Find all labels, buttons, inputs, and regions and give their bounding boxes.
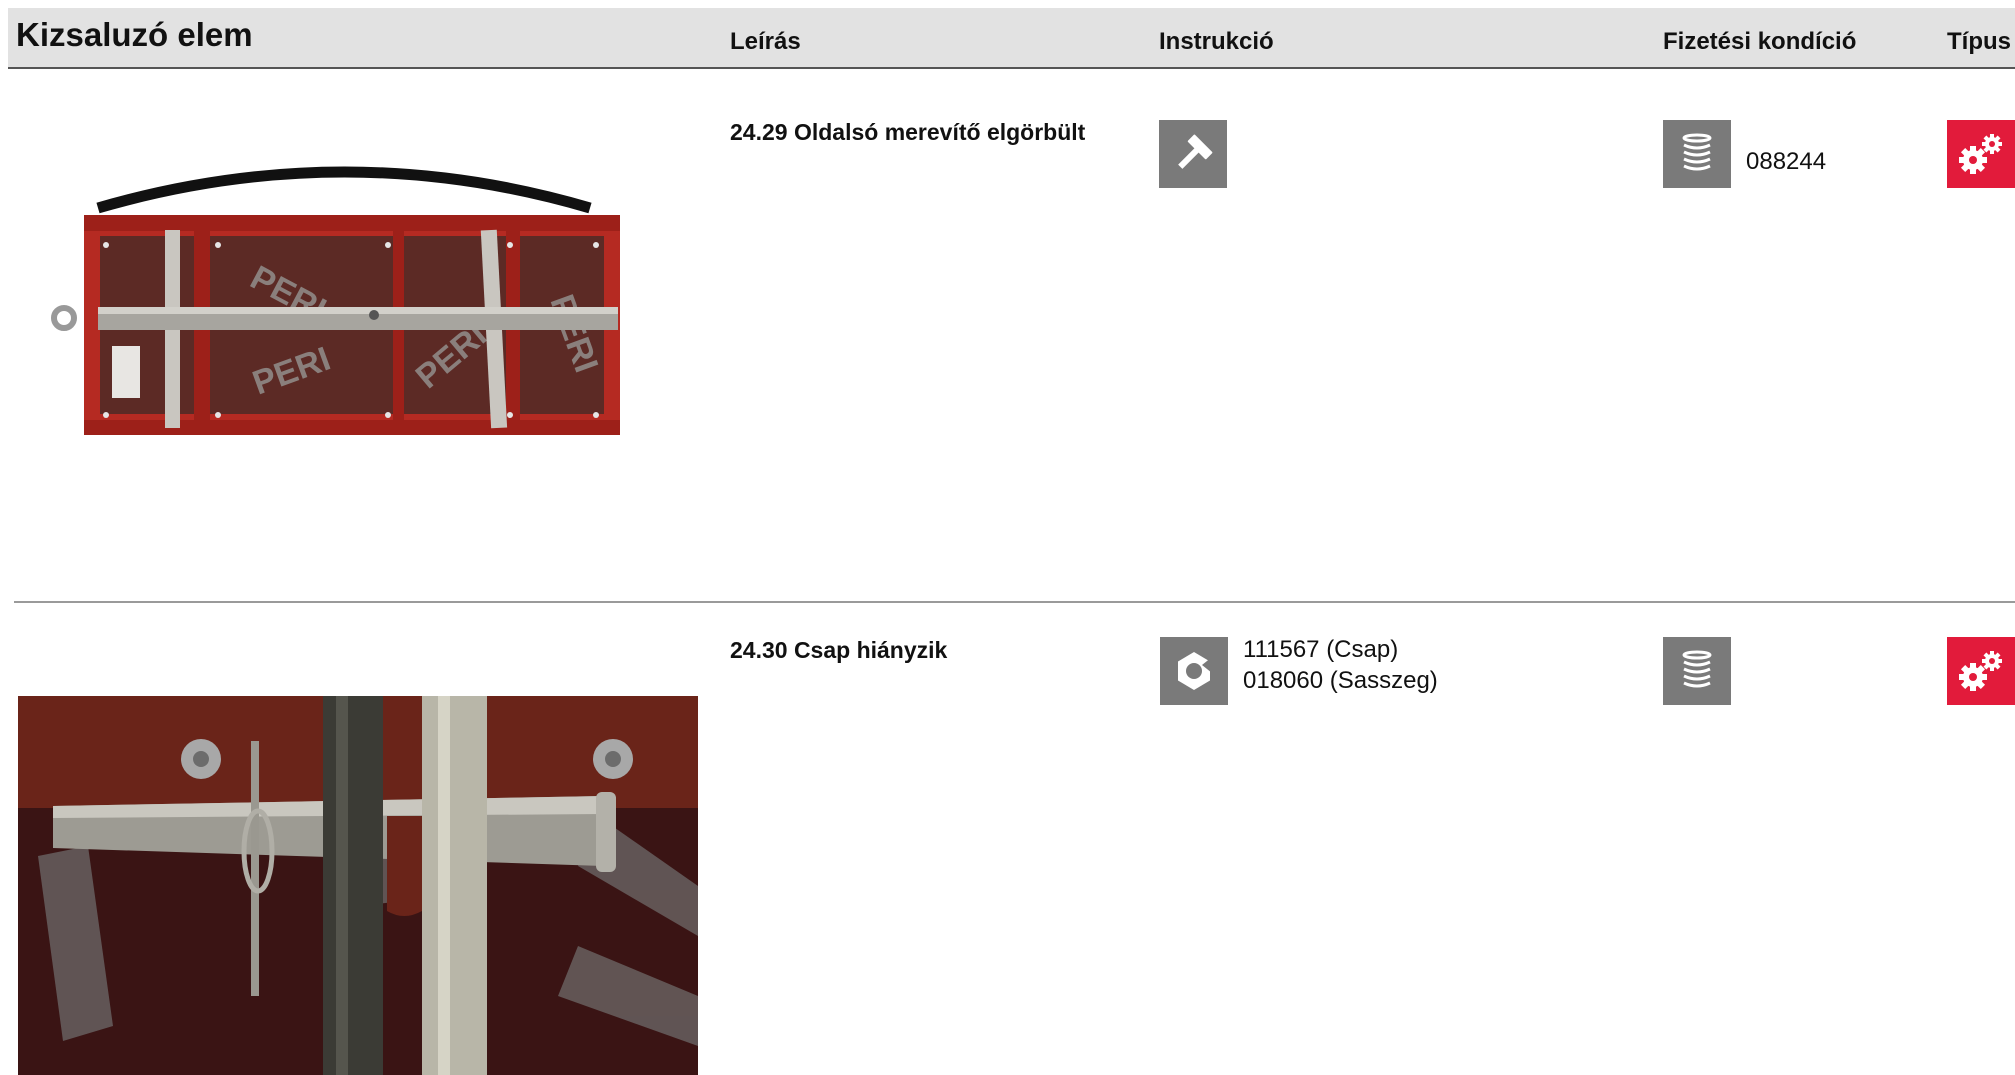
column-header-element: Kizsaluzó elem: [16, 16, 253, 53]
instruction-part-2: 018060 (Sasszeg): [1243, 667, 1438, 694]
instruction-part-1: 111567 (Csap): [1243, 636, 1399, 663]
instruction-tile[interactable]: [1160, 637, 1228, 705]
hammer-icon: [1178, 134, 1213, 169]
coin-stack-icon: [1682, 650, 1712, 688]
bent-panel-image: PERI PERI PERI PERI: [40, 150, 640, 450]
column-header-type: Típus: [1947, 28, 2011, 55]
column-header-payment: Fizetési kondíció: [1663, 28, 1857, 55]
row-description: 24.30 Csap hiányzik: [730, 637, 948, 663]
payment-tile[interactable]: [1663, 120, 1731, 188]
gears-icon: [1959, 134, 2002, 174]
type-tile[interactable]: [1947, 637, 2015, 705]
payment-tile[interactable]: [1663, 637, 1731, 705]
row-description: 24.29 Oldalsó merevítő elgörbült: [730, 119, 1086, 145]
row-divider: [14, 601, 2015, 603]
instruction-tile[interactable]: [1159, 120, 1227, 188]
column-header-instruction: Instrukció: [1159, 28, 1274, 55]
pin-closeup-image: [18, 696, 698, 1075]
table-header: Kizsaluzó elem Leírás Instrukció Fizetés…: [8, 8, 2015, 69]
coin-stack-icon: [1682, 133, 1712, 171]
gears-icon: [1959, 651, 2002, 691]
type-tile[interactable]: [1947, 120, 2015, 188]
payment-value: 088244: [1746, 148, 1827, 175]
column-header-description: Leírás: [730, 28, 801, 55]
nut-icon: [1178, 652, 1212, 690]
